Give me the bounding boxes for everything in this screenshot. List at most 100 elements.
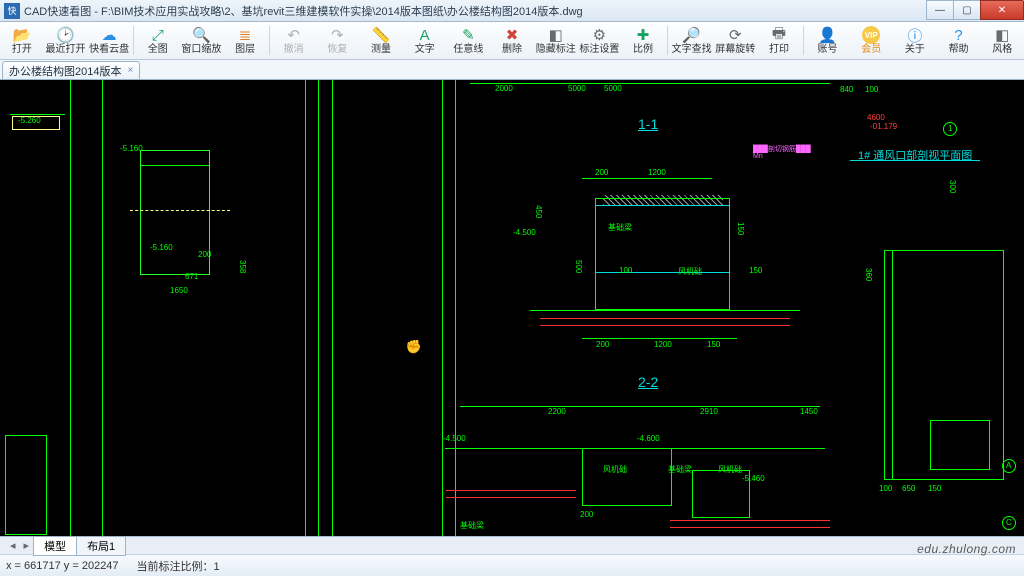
cad-line [540, 318, 790, 319]
winzoom-button[interactable]: 🔍窗口缩放 [180, 22, 224, 59]
annoset-button[interactable]: ⚙标注设置 [578, 22, 622, 59]
about-icon: ⓘ [906, 26, 924, 44]
help-icon: ? [950, 26, 968, 44]
cad-line [530, 310, 800, 311]
cad-line [5, 435, 47, 436]
rotate-button[interactable]: ⟳屏幕旋转 [713, 22, 757, 59]
findtext-icon: 🔎 [683, 26, 701, 44]
minimize-button[interactable]: — [926, 0, 954, 20]
annotation-text: Mn [753, 153, 763, 160]
dim-text: 100 [619, 266, 632, 275]
delete-icon: ✖ [503, 26, 521, 44]
hideanno-button[interactable]: ◧隐藏标注 [534, 22, 578, 59]
open-icon: 📂 [13, 26, 31, 44]
drawing-canvas[interactable]: -5.260 -5.160 200 1650 -5.160 671 358 20… [0, 80, 1024, 536]
dim-line [470, 83, 830, 84]
annotation-text: -01.179 [870, 122, 897, 131]
dim-text: -5.160 [150, 243, 173, 252]
about-button[interactable]: ⓘ关于 [893, 22, 937, 59]
account-button[interactable]: 👤账号 [806, 22, 850, 59]
help-button[interactable]: ?帮助 [937, 22, 981, 59]
layer-button[interactable]: ≣图层 [223, 22, 267, 59]
recent-button[interactable]: 🕑最近打开 [44, 22, 88, 59]
print-label: 打印 [769, 45, 789, 55]
style-button[interactable]: ◧风格 [980, 22, 1024, 59]
redo-button: ↷恢复 [316, 22, 360, 59]
tab-scroll-right-icon[interactable]: ▸ [20, 539, 34, 552]
cad-line [670, 527, 830, 528]
app-icon: 快 [4, 3, 20, 19]
hideanno-label: 隐藏标注 [536, 45, 576, 55]
findtext-label: 文字查找 [672, 45, 712, 55]
redo-label: 恢复 [327, 45, 347, 55]
cad-rect [5, 435, 47, 535]
annotation-text: 4600 [867, 113, 885, 122]
about-label: 关于 [905, 45, 925, 55]
section-title: 2-2 [638, 374, 658, 390]
main-toolbar: 📂打开🕑最近打开☁快看云盘⤢全图🔍窗口缩放≣图层↶撤消↷恢复📏测量A文字✎任意线… [0, 22, 1024, 60]
maximize-button[interactable]: ▢ [953, 0, 981, 20]
layout-tab-strip: ◂ ▸ 模型 布局1 [0, 536, 1024, 554]
grid-line [442, 80, 443, 536]
measure-button[interactable]: 📏测量 [359, 22, 403, 59]
window-title: CAD快速看图 - F:\BIM技术应用实战攻略\2、基坑revit三维建模软件… [24, 3, 927, 19]
winzoom-label: 窗口缩放 [181, 45, 221, 55]
measure-icon: 📏 [372, 26, 390, 44]
cad-line [446, 497, 576, 498]
dim-text: 200 [580, 510, 593, 519]
section-title: 1-1 [638, 116, 658, 132]
print-button[interactable]: 🖶打印 [757, 22, 801, 59]
close-tab-icon[interactable]: × [127, 65, 133, 76]
toolbar-separator [667, 26, 668, 55]
dim-text: 200 [198, 250, 211, 259]
cloud-icon: ☁ [100, 26, 118, 44]
recent-label: 最近打开 [46, 45, 86, 55]
scale-icon: ✚ [634, 26, 652, 44]
cad-line [10, 114, 65, 115]
hideanno-icon: ◧ [547, 26, 565, 44]
full-icon: ⤢ [149, 26, 167, 44]
dim-line [582, 338, 737, 339]
title-bar: 快 CAD快速看图 - F:\BIM技术应用实战攻略\2、基坑revit三维建模… [0, 0, 1024, 22]
document-tab[interactable]: 办公楼结构图2014版本 × [2, 61, 140, 79]
tab-scroll-left-icon[interactable]: ◂ [6, 539, 20, 552]
dim-text: 2200 [548, 407, 566, 416]
dim-text: 1200 [648, 168, 666, 177]
grid-line [305, 80, 306, 536]
findtext-button[interactable]: 🔎文字查找 [670, 22, 714, 59]
model-tab[interactable]: 模型 [33, 536, 77, 556]
label-text: 基础梁 [460, 520, 484, 531]
cloud-button[interactable]: ☁快看云盘 [87, 22, 131, 59]
full-label: 全图 [148, 45, 168, 55]
cad-line [446, 490, 576, 491]
grid-line [318, 80, 319, 536]
account-label: 账号 [818, 45, 838, 55]
toolbar-separator [133, 26, 134, 55]
freeline-button[interactable]: ✎任意线 [447, 22, 491, 59]
text-button[interactable]: A文字 [403, 22, 447, 59]
dim-text: 5000 [568, 84, 586, 93]
delete-label: 删除 [502, 45, 522, 55]
label-text: 风机础 [718, 464, 742, 475]
scale-button[interactable]: ✚比例 [621, 22, 665, 59]
delete-button[interactable]: ✖删除 [490, 22, 534, 59]
dim-text: -5.160 [120, 144, 143, 153]
dim-text: 1450 [800, 407, 818, 416]
dim-text: 150 [749, 266, 762, 275]
dim-text: 360 [864, 268, 873, 281]
dim-text: 500 [574, 260, 583, 273]
close-button[interactable]: ✕ [980, 0, 1024, 20]
freeline-label: 任意线 [453, 45, 483, 55]
dim-text: 150 [736, 222, 745, 235]
vip-icon: VIP [862, 26, 880, 44]
dim-line [460, 406, 820, 407]
layout1-tab[interactable]: 布局1 [76, 536, 126, 556]
grid-line [455, 80, 456, 536]
document-tab-label: 办公楼结构图2014版本 [9, 63, 121, 79]
vip-button[interactable]: VIP会员 [849, 22, 893, 59]
label-text: 基础梁 [608, 222, 632, 233]
axis-label: A [1006, 461, 1011, 470]
scale-label: 比例 [633, 45, 653, 55]
open-button[interactable]: 📂打开 [0, 22, 44, 59]
full-button[interactable]: ⤢全图 [136, 22, 180, 59]
